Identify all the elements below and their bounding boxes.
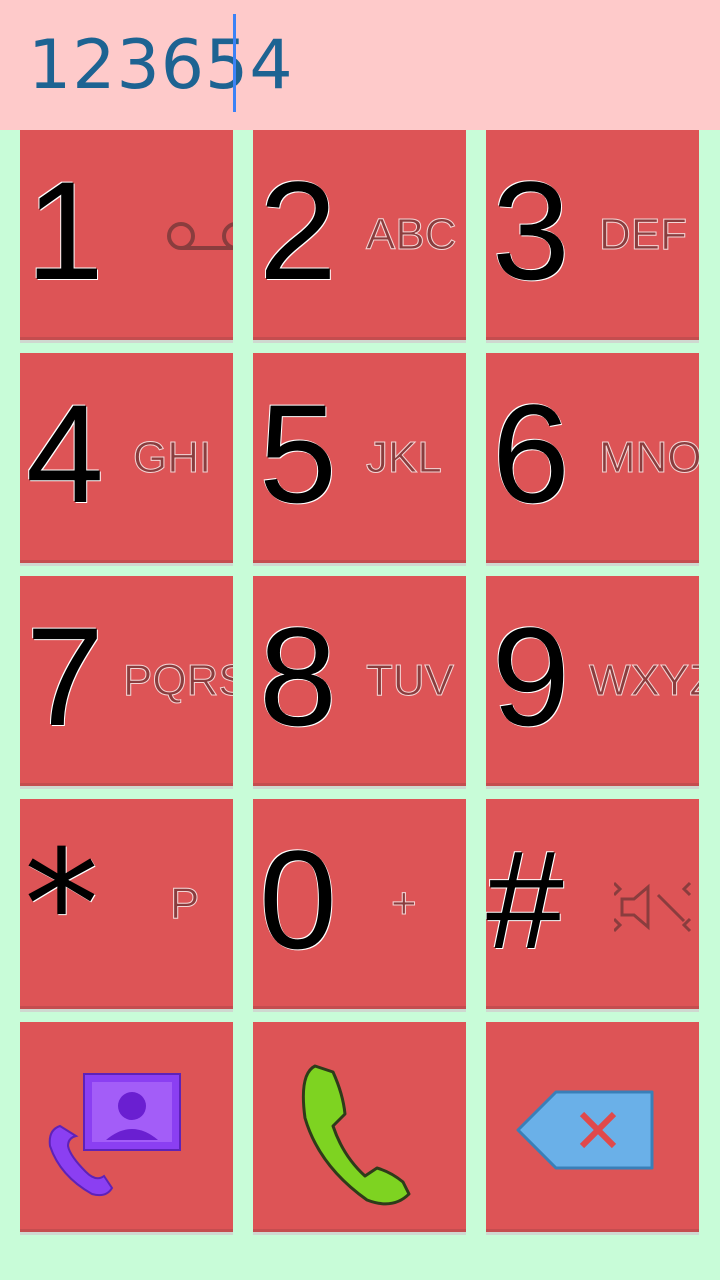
key-letters: JKL [366,433,443,483]
phone-call-icon [301,1064,411,1206]
key-digit: # [486,821,564,978]
key-letters: TUV [366,656,455,706]
text-cursor [233,14,236,112]
key-digit: 3 [492,152,570,309]
key-letters: P [169,879,200,929]
key-digit: 7 [26,598,104,755]
key-1[interactable]: 1 [20,130,233,340]
key-letters: GHI [132,433,212,483]
key-6[interactable]: 6 MNO [486,353,699,563]
key-letters: ABC [365,210,457,260]
key-star[interactable]: * P [20,799,233,1009]
key-9[interactable]: 9 WXYZ [486,576,699,786]
key-7[interactable]: 7 PQRS [20,576,233,786]
key-2[interactable]: 2 ABC [253,130,466,340]
key-hash[interactable]: # [486,799,699,1009]
key-digit: * [24,819,99,993]
delete-button[interactable] [486,1022,699,1232]
mute-icon [614,881,692,933]
key-digit: 0 [259,821,337,978]
key-letters: + [391,879,418,929]
voicemail-icon [167,222,233,250]
key-digit: 4 [26,375,104,532]
key-letters: DEF [599,210,688,260]
contacts-call-icon [48,1073,181,1197]
contacts-button[interactable] [20,1022,233,1232]
key-digit: 5 [259,375,337,532]
key-letters: PQRS [123,656,233,706]
dialed-number[interactable]: 123654 [28,24,294,108]
number-display[interactable]: 123654 [0,0,720,130]
key-digit: 6 [492,375,570,532]
key-digit: 9 [492,598,570,755]
key-3[interactable]: 3 DEF [486,130,699,340]
key-digit: 2 [259,152,337,309]
backspace-icon [516,1090,654,1170]
key-8[interactable]: 8 TUV [253,576,466,786]
key-5[interactable]: 5 JKL [253,353,466,563]
key-digit: 8 [259,598,337,755]
key-letters: WXYZ [588,656,699,706]
key-4[interactable]: 4 GHI [20,353,233,563]
key-letters: MNO [599,433,699,483]
call-button[interactable] [253,1022,466,1232]
key-digit: 1 [26,152,104,309]
key-0[interactable]: 0 + [253,799,466,1009]
